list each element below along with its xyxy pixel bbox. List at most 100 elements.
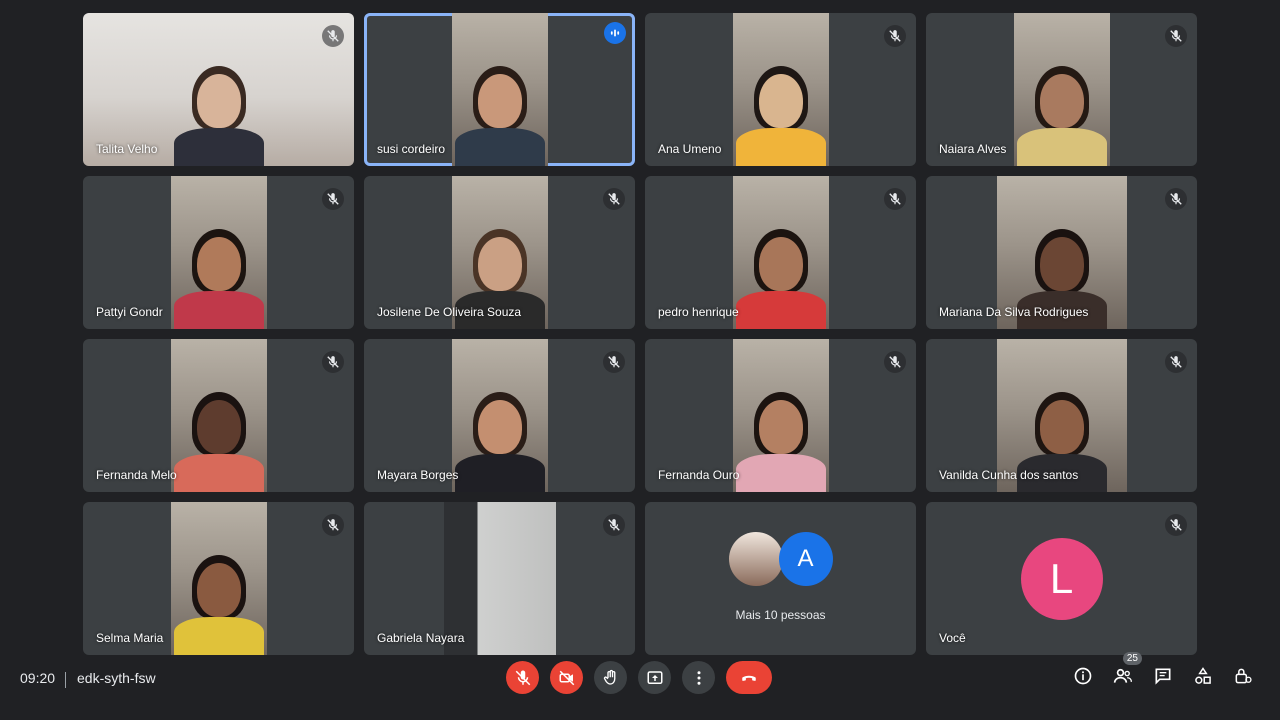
participant-figure — [454, 382, 545, 492]
mic-off-icon — [515, 670, 530, 685]
participant-name: Vanilda Cunha dos santos — [939, 468, 1079, 482]
video-feed — [170, 502, 267, 655]
participant-tile[interactable]: Fernanda Ouro — [645, 339, 916, 492]
meeting-details-button[interactable] — [1070, 662, 1096, 690]
self-avatar: L — [1020, 538, 1103, 620]
participant-name: Selma Maria — [96, 631, 164, 645]
participant-figure — [735, 219, 826, 329]
participant-name: Você — [939, 631, 966, 645]
speaking-indicator-icon — [604, 22, 626, 44]
video-feed — [732, 339, 829, 492]
mic-off-icon — [884, 188, 906, 210]
chat-icon — [1155, 668, 1171, 685]
host-controls-button[interactable] — [1230, 662, 1256, 690]
shapes-icon — [1195, 667, 1211, 684]
video-feed — [1013, 13, 1110, 166]
participant-name: Pattyi Gondr — [96, 305, 163, 319]
toggle-mic-button[interactable] — [506, 661, 539, 694]
video-feed — [170, 176, 267, 329]
mic-off-icon — [1165, 514, 1187, 536]
participant-figure — [173, 56, 264, 166]
more-participants-label: Mais 10 pessoas — [735, 608, 826, 622]
participant-figure — [1016, 56, 1107, 166]
toggle-camera-button[interactable] — [550, 661, 583, 694]
more-participants-tile[interactable]: A Mais 10 pessoas — [645, 502, 916, 655]
mic-off-icon — [603, 188, 625, 210]
camera-off-icon — [559, 670, 574, 685]
participant-figure — [735, 382, 826, 492]
meeting-code[interactable]: edk-syth-fsw — [77, 670, 156, 686]
present-icon — [647, 670, 662, 684]
participant-name: Fernanda Melo — [96, 468, 177, 482]
clock: 09:20 — [20, 670, 56, 686]
meet-window: Talita Velho susi cordeiro Ana Umeno Naiara… — [0, 0, 1280, 720]
self-tile[interactable]: L Você — [926, 502, 1197, 655]
participant-tile[interactable]: Vanilda Cunha dos santos — [926, 339, 1197, 492]
mic-off-icon — [1165, 188, 1187, 210]
participant-name: Fernanda Ouro — [658, 468, 740, 482]
activities-button[interactable] — [1190, 662, 1216, 690]
mic-off-icon — [322, 351, 344, 373]
participant-name: Gabriela Nayara — [377, 631, 465, 645]
participant-tile[interactable]: Fernanda Melo — [83, 339, 354, 492]
mic-off-icon — [1165, 25, 1187, 47]
side-panel-controls: 25 — [1070, 652, 1256, 690]
mic-off-icon — [322, 188, 344, 210]
participant-tile[interactable]: Gabriela Nayara — [364, 502, 635, 655]
participant-grid: Talita Velho susi cordeiro Ana Umeno Naiara… — [83, 13, 1197, 655]
participant-name: Naiara Alves — [939, 142, 1007, 156]
participant-tile[interactable]: susi cordeiro — [364, 13, 635, 166]
mic-off-icon — [603, 514, 625, 536]
hang-up-icon — [742, 675, 756, 681]
participant-tile[interactable]: Mayara Borges — [364, 339, 635, 492]
mic-off-icon — [884, 351, 906, 373]
participant-tile[interactable]: Selma Maria — [83, 502, 354, 655]
raise-hand-button[interactable] — [594, 661, 627, 694]
video-feed — [732, 13, 829, 166]
participant-figure — [454, 56, 545, 166]
video-feed — [732, 176, 829, 329]
mic-off-icon — [322, 25, 344, 47]
avatar — [728, 532, 783, 586]
participant-name: Ana Umeno — [658, 142, 722, 156]
more-options-button[interactable] — [682, 661, 715, 694]
participant-count-badge: 25 — [1122, 652, 1142, 665]
participant-name: Talita Velho — [96, 142, 158, 156]
video-feed — [451, 339, 548, 492]
participant-tile[interactable]: pedro henrique — [645, 176, 916, 329]
hand-icon — [603, 669, 615, 685]
divider — [65, 672, 66, 688]
participant-name: Josilene De Oliveira Souza — [377, 305, 522, 319]
participant-name: susi cordeiro — [377, 142, 446, 156]
avatar-stack: A — [645, 532, 916, 586]
video-feed — [451, 13, 548, 166]
bottom-toolbar: 09:20 edk-syth-fsw 25 — [0, 652, 1280, 720]
mic-off-icon — [1165, 351, 1187, 373]
lock-person-icon — [1235, 668, 1252, 684]
participant-figure — [173, 545, 264, 655]
mic-off-icon — [322, 514, 344, 536]
participant-name: Mayara Borges — [377, 468, 459, 482]
avatar-letter: A — [778, 532, 833, 586]
present-screen-button[interactable] — [638, 661, 671, 694]
video-feed — [170, 339, 267, 492]
participant-tile[interactable]: Talita Velho — [83, 13, 354, 166]
mic-off-icon — [884, 25, 906, 47]
chat-button[interactable] — [1150, 662, 1176, 690]
participant-name: pedro henrique — [658, 305, 739, 319]
participant-tile[interactable]: Pattyi Gondr — [83, 176, 354, 329]
participant-figure — [735, 56, 826, 166]
info-icon — [1074, 667, 1092, 685]
participant-tile[interactable]: Mariana Da Silva Rodrigues — [926, 176, 1197, 329]
more-vert-icon — [697, 670, 700, 685]
leave-call-button[interactable] — [726, 661, 772, 694]
participant-name: Mariana Da Silva Rodrigues — [939, 305, 1089, 319]
participant-figure — [173, 219, 264, 329]
people-icon — [1113, 668, 1132, 683]
mic-off-icon — [603, 351, 625, 373]
participant-figure — [173, 382, 264, 492]
participant-tile[interactable]: Josilene De Oliveira Souza — [364, 176, 635, 329]
people-button[interactable]: 25 — [1110, 652, 1142, 690]
participant-tile[interactable]: Naiara Alves — [926, 13, 1197, 166]
participant-tile[interactable]: Ana Umeno — [645, 13, 916, 166]
